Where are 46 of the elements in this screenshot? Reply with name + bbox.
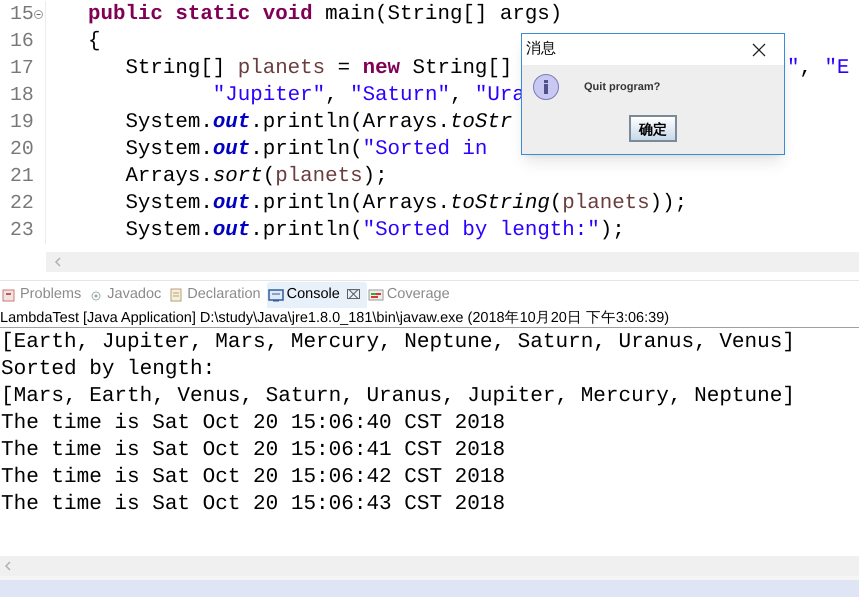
code-text: ", "E bbox=[787, 56, 850, 80]
view-tab[interactable]: Problems bbox=[0, 282, 88, 308]
collapse-icon[interactable] bbox=[34, 10, 43, 19]
console-output-line: The time is Sat Oct 20 15:06:42 CST 2018 bbox=[1, 466, 506, 489]
line-number: 15 bbox=[10, 2, 34, 27]
line-number: 17 bbox=[10, 56, 34, 81]
dialog-title: 消息 bbox=[526, 39, 556, 60]
horizontal-scrollbar[interactable] bbox=[0, 556, 859, 576]
code-text: System.out.println("Sorted in bbox=[124, 138, 488, 161]
document-icon bbox=[168, 287, 184, 303]
dialog-message: Quit program? bbox=[584, 80, 660, 95]
view-tab[interactable]: Coverage bbox=[366, 282, 456, 308]
code-text: public static void main(String[] args) bbox=[88, 2, 562, 26]
line-number: 16 bbox=[10, 28, 34, 54]
warning-list-icon bbox=[1, 287, 17, 303]
console-output-line: [Mars, Earth, Venus, Saturn, Uranus, Jupiter, Mercury, Neptune] bbox=[1, 385, 795, 408]
code-text: System.out.println(Arrays.toString(planets)); bbox=[124, 192, 688, 215]
ok-button[interactable]: 确定 bbox=[629, 115, 677, 142]
code-text: System.out.println("Sorted by length:"); bbox=[124, 218, 625, 242]
line-number: 23 bbox=[10, 218, 34, 243]
monitor-icon bbox=[268, 287, 284, 303]
console-output-line: Sorted by length: bbox=[1, 358, 216, 381]
close-icon[interactable] bbox=[752, 42, 766, 56]
line-number: 19 bbox=[10, 110, 34, 135]
code-text: String[] planets = new String[] bbox=[124, 56, 512, 80]
console-output-line: The time is Sat Oct 20 15:06:41 CST 2018 bbox=[1, 439, 506, 462]
line-number: 22 bbox=[10, 190, 34, 216]
code-text: { bbox=[88, 30, 100, 53]
view-tab[interactable]: Javadoc bbox=[87, 282, 168, 308]
close-tab-button[interactable]: ⌧ bbox=[346, 285, 361, 305]
code-text: Arrays.sort(planets); bbox=[124, 164, 388, 188]
view-tab[interactable]: Console ⌧ bbox=[266, 282, 367, 308]
scroll-left-icon[interactable] bbox=[54, 257, 62, 267]
console-output-line: [Earth, Jupiter, Mars, Mercury, Neptune, Saturn, Uranus, Venus] bbox=[1, 331, 795, 354]
line-number: 21 bbox=[10, 164, 34, 189]
console-header: LambdaTest [Java Application] D:\study\Java\jre1.8.0_181\bin\javaw.exe (2018年10月20日 下午3:06:39) bbox=[0, 310, 670, 326]
horizontal-scrollbar[interactable] bbox=[46, 252, 859, 272]
scroll-left-icon[interactable] bbox=[4, 561, 12, 571]
info-icon bbox=[532, 73, 560, 101]
line-number: 20 bbox=[10, 136, 34, 162]
chart-icon bbox=[368, 287, 384, 303]
console-output-line: The time is Sat Oct 20 15:06:40 CST 2018 bbox=[1, 412, 506, 435]
code-text: System.out.println(Arrays.toStr bbox=[124, 110, 512, 134]
view-tab[interactable]: Declaration bbox=[167, 282, 267, 308]
line-number: 18 bbox=[10, 82, 34, 108]
console-output-line: The time is Sat Oct 20 15:06:43 CST 2018 bbox=[1, 493, 506, 516]
